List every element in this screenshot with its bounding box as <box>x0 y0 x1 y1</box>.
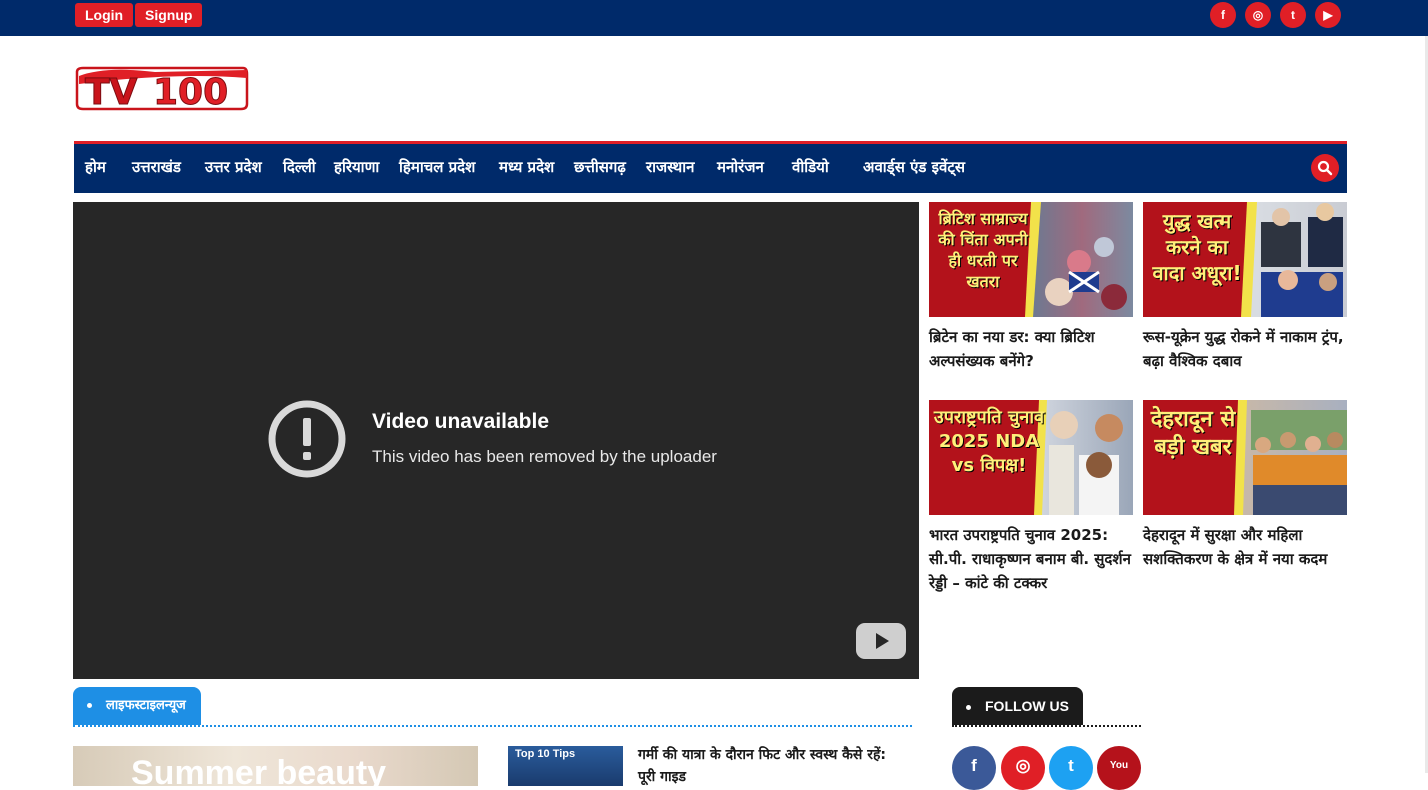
news-card[interactable]: ब्रिटिश साम्राज्य की चिंता अपनी ही धरती … <box>929 202 1133 373</box>
news-title[interactable]: रूस-यूक्रेन युद्ध रोकने में नाकाम ट्रंप,… <box>1143 325 1347 373</box>
nav-item-madhya-pradesh[interactable]: मध्य प्रदेश <box>499 157 554 177</box>
search-button[interactable] <box>1311 154 1339 182</box>
youtube-play-icon[interactable] <box>856 623 906 659</box>
thumbnail-headline: ब्रिटिश साम्राज्य की चिंता अपनी ही धरती … <box>938 209 1028 291</box>
news-thumbnail[interactable]: युद्ध खत्म करने का वादा अधूरा! <box>1143 202 1347 317</box>
main-navigation: होम उत्तराखंड उत्तर प्रदेश दिल्ली हरियाण… <box>74 141 1347 193</box>
signup-button[interactable]: Signup <box>135 3 203 27</box>
youtube-icon[interactable]: You <box>1097 746 1141 790</box>
news-title[interactable]: भारत उपराष्ट्रपति चुनाव 2025: सी.पी. राध… <box>929 523 1133 595</box>
nav-item-chhattisgarh[interactable]: छत्तीसगढ़ <box>574 157 626 177</box>
thumbnail-caption: Summer beauty <box>131 754 387 786</box>
news-card[interactable]: युद्ध खत्म करने का वादा अधूरा! रूस-यूक्र… <box>1143 202 1347 373</box>
login-button[interactable]: Login <box>75 3 134 27</box>
video-unavailable-subtitle: This video has been removed by the uploa… <box>372 447 717 466</box>
news-card[interactable]: देहरादून से बड़ी खबर देहरादून में सुरक्ष… <box>1143 400 1347 571</box>
thumbnail-headline: देहरादून से बड़ी खबर <box>1150 407 1236 460</box>
twitter-icon[interactable]: t <box>1049 746 1093 790</box>
facebook-icon[interactable]: f <box>1210 2 1236 28</box>
tv100-logo[interactable]: TV 100 <box>75 66 249 114</box>
bullet-dot <box>966 704 971 710</box>
search-icon <box>1317 160 1333 176</box>
section-divider <box>73 725 912 727</box>
nav-item-delhi[interactable]: दिल्ली <box>283 157 316 177</box>
youtube-icon[interactable]: ▶ <box>1315 2 1341 28</box>
logo-text-number: 100 <box>153 72 228 111</box>
twitter-icon[interactable]: t <box>1280 2 1306 28</box>
nav-item-haryana[interactable]: हरियाणा <box>334 157 379 177</box>
news-thumbnail[interactable]: उपराष्ट्रपति चुनाव 2025 NDA vs विपक्ष! <box>929 400 1133 515</box>
follow-divider <box>952 725 1141 727</box>
thumbnail-caption: Top 10 Tips <box>515 748 576 760</box>
logo-text-tv: TV <box>85 72 138 111</box>
news-title[interactable]: देहरादून में सुरक्षा और महिला सशक्तिकरण … <box>1143 523 1347 571</box>
nav-item-manoranjan[interactable]: मनोरंजन <box>717 157 764 177</box>
nav-item-himachal-pradesh[interactable]: हिमाचल प्रदेश <box>399 157 475 177</box>
top-bar: Login Signup f ◎ t ▶ <box>0 0 1428 36</box>
article-title[interactable]: गर्मी की यात्रा के दौरान फिट और स्वस्थ क… <box>638 744 908 788</box>
nav-item-rajasthan[interactable]: राजस्थान <box>646 157 694 177</box>
nav-item-uttarakhand[interactable]: उत्तराखंड <box>132 157 181 177</box>
nav-item-awards-events[interactable]: अवार्ड्स एंड इवेंट्स <box>863 157 965 177</box>
thumbnail-headline: उपराष्ट्रपति चुनाव 2025 NDA vs विपक्ष! <box>933 407 1045 476</box>
thumbnail-headline: युद्ध खत्म करने का वादा अधूरा! <box>1152 209 1242 285</box>
video-unavailable-title: Video unavailable <box>372 410 550 433</box>
news-thumbnail[interactable]: ब्रिटिश साम्राज्य की चिंता अपनी ही धरती … <box>929 202 1133 317</box>
section-tab-lifestyle[interactable]: लाइफस्टाइलन्यूज <box>73 687 201 725</box>
nav-item-uttar-pradesh[interactable]: उत्तर प्रदेश <box>205 157 262 177</box>
section-label: लाइफस्टाइलन्यूज <box>106 698 186 713</box>
news-card[interactable]: उपराष्ट्रपति चुनाव 2025 NDA vs विपक्ष! भ… <box>929 400 1133 595</box>
news-title[interactable]: ब्रिटेन का नया डर: क्या ब्रिटिश अल्पसंख्… <box>929 325 1133 373</box>
video-player[interactable]: Video unavailable This video has been re… <box>73 202 919 679</box>
instagram-icon[interactable]: ◎ <box>1245 2 1271 28</box>
bullet-dot <box>87 703 92 708</box>
nav-item-video[interactable]: वीडियो <box>792 157 829 177</box>
news-thumbnail[interactable]: देहरादून से बड़ी खबर <box>1143 400 1347 515</box>
instagram-icon[interactable]: ◎ <box>1001 746 1045 790</box>
nav-item-home[interactable]: होम <box>85 157 106 177</box>
facebook-icon[interactable]: f <box>952 746 996 790</box>
follow-us-heading: FOLLOW US <box>952 687 1083 725</box>
article-thumbnail[interactable]: Top 10 Tips <box>508 746 623 786</box>
follow-us-label: FOLLOW US <box>985 698 1069 714</box>
exclamation-icon <box>268 400 346 478</box>
article-thumbnail[interactable]: Summer beauty <box>73 746 478 786</box>
